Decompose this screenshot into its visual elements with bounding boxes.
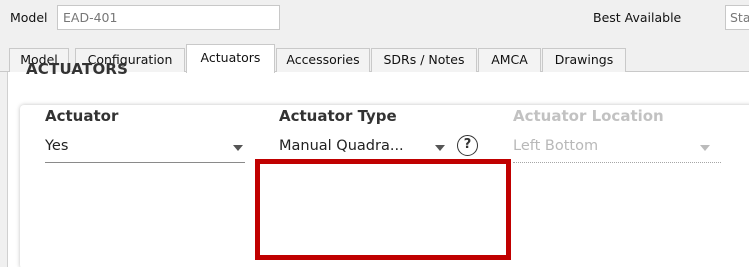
actuator-location-value: Left Bottom bbox=[513, 138, 599, 154]
actuator-underline bbox=[45, 162, 245, 163]
actuator-label: Actuator bbox=[45, 107, 119, 125]
tab-amca[interactable]: AMCA bbox=[478, 48, 541, 72]
actuator-location-underline bbox=[513, 162, 721, 163]
chevron-down-icon bbox=[435, 145, 445, 151]
actuator-location-label: Actuator Location bbox=[513, 107, 664, 125]
best-available-label: Best Available bbox=[593, 10, 682, 25]
chevron-down-icon bbox=[233, 145, 243, 151]
help-icon[interactable]: ? bbox=[457, 135, 478, 156]
chevron-down-icon bbox=[700, 145, 710, 151]
actuator-type-value: Manual Quadra... bbox=[279, 138, 404, 154]
actuator-type-label: Actuator Type bbox=[279, 107, 397, 125]
tab-sdrs-notes[interactable]: SDRs / Notes bbox=[371, 48, 477, 72]
tab-actuators[interactable]: Actuators bbox=[186, 44, 275, 73]
tab-accessories[interactable]: Accessories bbox=[276, 48, 370, 72]
highlight-annotation bbox=[255, 159, 511, 260]
header-bar: Model EAD-401 Best Available Sta bbox=[0, 0, 749, 36]
actuator-value: Yes bbox=[45, 138, 69, 154]
model-input[interactable]: EAD-401 bbox=[57, 5, 280, 30]
best-available-input[interactable]: Sta bbox=[725, 5, 749, 30]
section-title: ACTUATORS bbox=[26, 60, 129, 78]
model-label: Model bbox=[10, 10, 48, 25]
tab-drawings[interactable]: Drawings bbox=[542, 48, 626, 72]
